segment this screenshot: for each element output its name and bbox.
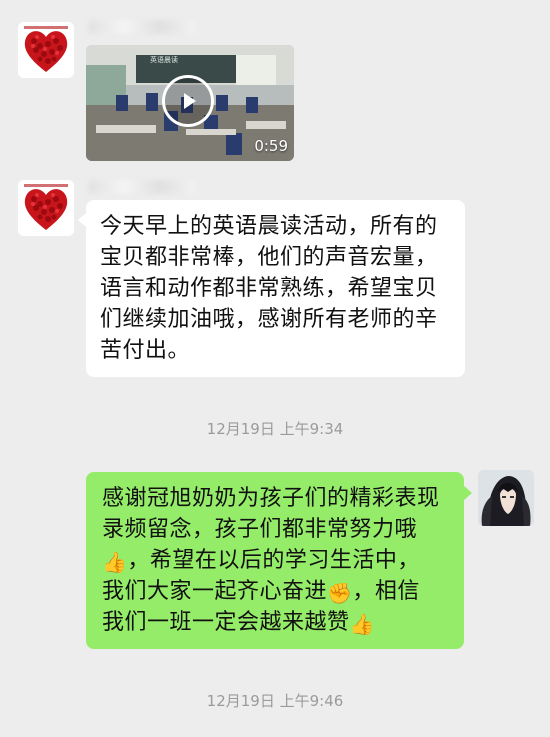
play-icon xyxy=(184,93,196,109)
message-text: 我们大家一起齐心奋进 xyxy=(102,579,328,604)
message-line: 我们一班一定会越来越赞👍 xyxy=(102,607,450,638)
message-line: 语言和动作都非常熟练，希望宝贝 xyxy=(100,276,438,301)
bubble-tail xyxy=(463,485,472,501)
video-message[interactable]: 英语晨读 0:59 xyxy=(86,45,294,161)
thumbs-up-icon: 👍 xyxy=(349,612,375,636)
message-line: 宝贝都非常棒，他们的声音宏量， xyxy=(100,245,438,270)
message-line: 苦付出。 xyxy=(100,338,191,363)
message-line: 我们大家一起齐心奋进✊，相信 xyxy=(102,576,450,607)
message-line: 今天早上的英语晨读活动，所有的 xyxy=(100,214,438,239)
incoming-text-bubble[interactable]: 今天早上的英语晨读活动，所有的 宝贝都非常棒，他们的声音宏量， 语言和动作都非常… xyxy=(86,200,465,377)
video-banner-text: 英语晨读 xyxy=(150,56,178,64)
heart-roses-avatar-icon xyxy=(18,22,74,78)
anime-avatar-icon xyxy=(478,470,534,526)
sender-name-blurred xyxy=(88,20,196,34)
outgoing-text-bubble[interactable]: 感谢冠旭奶奶为孩子们的精彩表现 录频留念，孩子们都非常努力哦 👍，希望在以后的学… xyxy=(86,472,464,649)
play-button[interactable] xyxy=(162,75,214,127)
thumbs-up-icon: 👍 xyxy=(102,550,128,574)
sender-avatar-1[interactable] xyxy=(18,22,74,78)
message-text: 我们一班一定会越来越赞 xyxy=(102,610,350,635)
message-line: 们继续加油哦，感谢所有老师的辛 xyxy=(100,307,438,332)
timestamp: 12月19日 上午9:34 xyxy=(206,420,344,438)
own-avatar[interactable] xyxy=(478,470,534,526)
timestamp: 12月19日 上午9:46 xyxy=(206,692,344,710)
video-duration: 0:59 xyxy=(254,137,288,155)
message-text: ，相信 xyxy=(352,579,420,604)
sender-name-blurred xyxy=(88,180,196,194)
message-line: 感谢冠旭奶奶为孩子们的精彩表现 xyxy=(102,486,440,511)
message-line: 录频留念，孩子们都非常努力哦 xyxy=(102,517,418,542)
message-text: ，希望在以后的学习生活中， xyxy=(127,548,420,573)
message-line: 👍，希望在以后的学习生活中， xyxy=(102,545,450,576)
sender-avatar-2[interactable] xyxy=(18,180,74,236)
fist-icon: ✊ xyxy=(327,581,353,605)
heart-roses-avatar-icon xyxy=(18,180,74,236)
